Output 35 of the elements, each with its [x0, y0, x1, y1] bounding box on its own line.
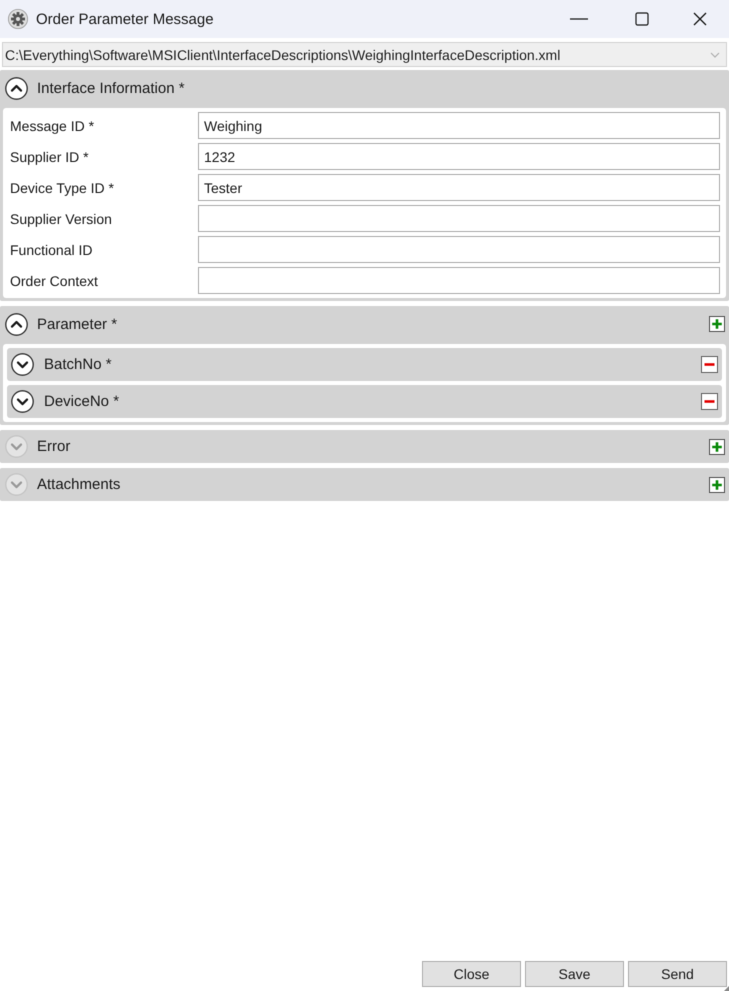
field-label: Supplier Version [10, 210, 113, 226]
field-label: Order Context [10, 272, 99, 288]
section-title: Error [37, 438, 72, 455]
resize-grip-icon[interactable] [724, 986, 729, 991]
section-title: Parameter * [37, 316, 118, 332]
item-title: BatchNo * [44, 356, 113, 373]
gear-icon [8, 9, 28, 29]
dialog-button[interactable]: Close [422, 961, 521, 987]
field-label: Supplier ID * [10, 148, 90, 164]
field-label: Functional ID [10, 242, 94, 258]
chevron-down-icon[interactable] [11, 353, 34, 376]
section-title: Attachments [37, 476, 122, 493]
chevron-down-icon[interactable] [11, 390, 34, 413]
text-field[interactable] [198, 236, 720, 263]
chevron-up-icon[interactable] [5, 76, 28, 100]
text-field[interactable]: 1232 [198, 143, 720, 170]
text-field[interactable] [198, 205, 720, 232]
window-title: Order Parameter Message [36, 10, 215, 28]
dialog-button[interactable]: Send [628, 961, 727, 987]
field-label: Device Type ID * [10, 180, 116, 196]
item-title: DeviceNo * [44, 393, 120, 410]
text-field[interactable]: Weighing [198, 112, 720, 139]
close-icon[interactable] [693, 12, 707, 26]
caret-icon [710, 52, 720, 58]
section-title: Interface Information * [37, 80, 186, 96]
plus-icon[interactable] [709, 316, 725, 332]
minus-icon[interactable] [701, 393, 718, 410]
text-field[interactable] [198, 267, 720, 294]
minus-icon[interactable] [701, 356, 718, 373]
maximize-icon[interactable] [635, 12, 649, 26]
text-field[interactable]: Tester [198, 174, 720, 201]
file-path-dropdown[interactable]: C:\Everything\Software\MSIClient\InterfaceDescriptions\WeighingInterfaceDescription.xml [2, 42, 727, 67]
dialog-button[interactable]: Save [525, 961, 624, 987]
field-label: Message ID * [10, 118, 96, 134]
chevron-up-icon[interactable] [5, 312, 28, 336]
